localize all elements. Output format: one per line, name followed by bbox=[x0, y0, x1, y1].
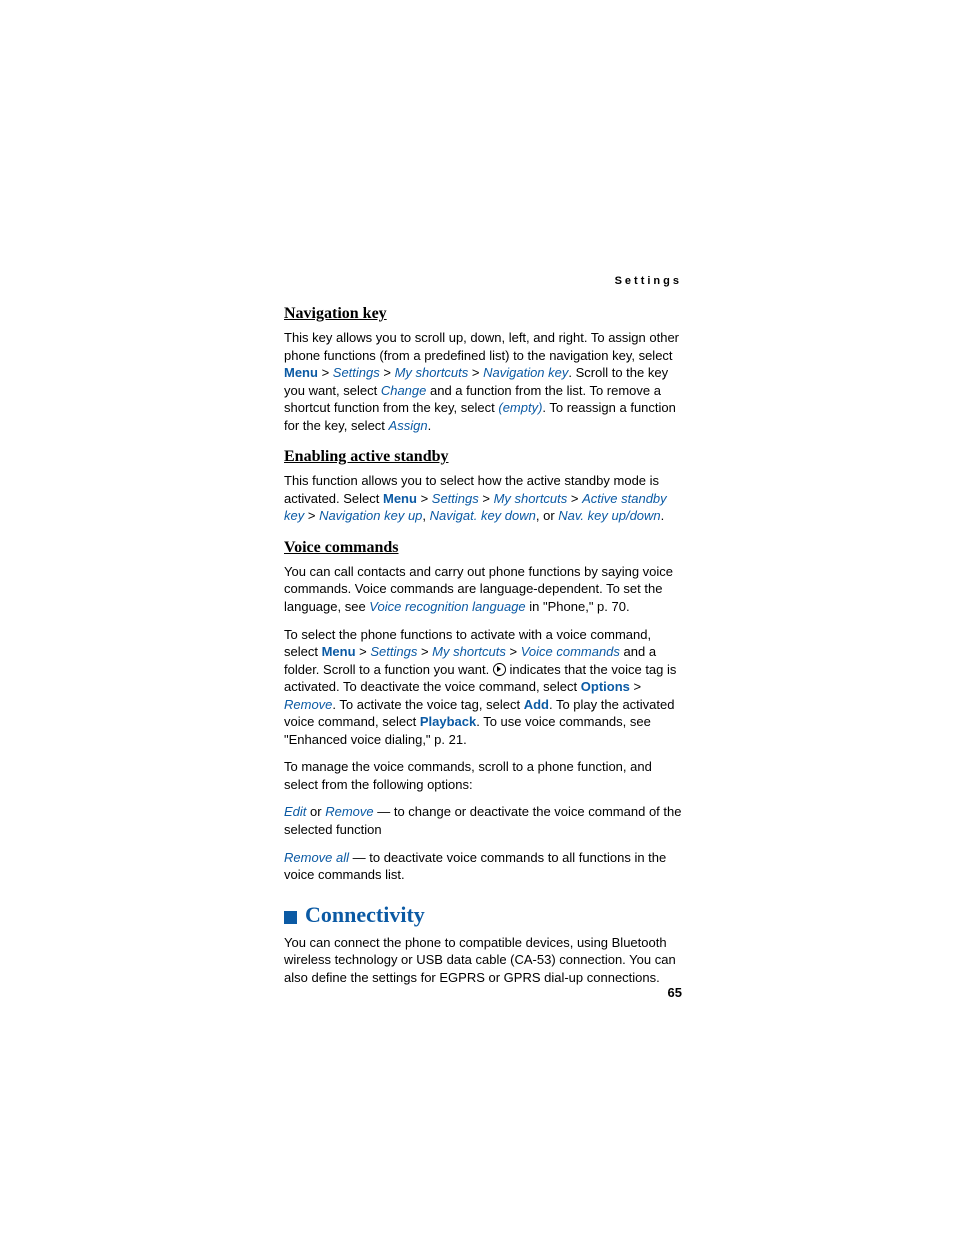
menu-item-empty: (empty) bbox=[498, 400, 542, 415]
paragraph-connectivity: You can connect the phone to compatible … bbox=[284, 934, 682, 987]
paragraph-voice-2: To select the phone functions to activat… bbox=[284, 626, 682, 749]
running-header: Settings bbox=[615, 275, 682, 287]
paragraph-voice-edit-remove: Edit or Remove — to change or deactivate… bbox=[284, 803, 682, 838]
menu-add: Add bbox=[524, 697, 549, 712]
heading-voice-commands: Voice commands bbox=[284, 539, 682, 557]
menu-item-my-shortcuts: My shortcuts bbox=[395, 365, 469, 380]
menu-item-assign: Assign bbox=[389, 418, 428, 433]
menu-options: Options bbox=[581, 679, 630, 694]
menu-item-remove: Remove bbox=[325, 804, 373, 819]
menu-item-settings: Settings bbox=[333, 365, 380, 380]
menu-playback: Playback bbox=[420, 714, 476, 729]
menu-item-settings: Settings bbox=[432, 491, 479, 506]
page-number: 65 bbox=[668, 985, 682, 1000]
page-body: Settings Navigation key This key allows … bbox=[284, 275, 682, 996]
menu-item-voice-commands: Voice commands bbox=[521, 644, 620, 659]
menu-item-navigat-key-down: Navigat. key down bbox=[430, 508, 536, 523]
content-area: Navigation key This key allows you to sc… bbox=[284, 305, 682, 986]
menu-item-navigation-key: Navigation key bbox=[483, 365, 568, 380]
menu-item-edit: Edit bbox=[284, 804, 306, 819]
menu-item-nav-key-up-down: Nav. key up/down bbox=[558, 508, 660, 523]
paragraph-voice-3: To manage the voice commands, scroll to … bbox=[284, 758, 682, 793]
menu-item-settings: Settings bbox=[370, 644, 417, 659]
menu-item-voice-recognition-language: Voice recognition language bbox=[369, 599, 525, 614]
menu-link: Menu bbox=[322, 644, 356, 659]
paragraph-voice-1: You can call contacts and carry out phon… bbox=[284, 563, 682, 616]
menu-item-remove-all: Remove all bbox=[284, 850, 349, 865]
menu-item-navigation-key-up: Navigation key up bbox=[319, 508, 422, 523]
menu-item-my-shortcuts: My shortcuts bbox=[432, 644, 506, 659]
paragraph-voice-remove-all: Remove all — to deactivate voice command… bbox=[284, 849, 682, 884]
heading-connectivity: Connectivity bbox=[305, 902, 425, 928]
section-heading-connectivity: Connectivity bbox=[284, 902, 682, 928]
menu-link: Menu bbox=[383, 491, 417, 506]
paragraph-enabling-active-standby: This function allows you to select how t… bbox=[284, 472, 682, 525]
heading-navigation-key: Navigation key bbox=[284, 305, 682, 323]
menu-item-remove: Remove bbox=[284, 697, 332, 712]
menu-link: Menu bbox=[284, 365, 318, 380]
menu-item-my-shortcuts: My shortcuts bbox=[494, 491, 568, 506]
paragraph-navigation-key: This key allows you to scroll up, down, … bbox=[284, 329, 682, 434]
heading-enabling-active-standby: Enabling active standby bbox=[284, 448, 682, 466]
menu-item-change: Change bbox=[381, 383, 427, 398]
square-bullet-icon bbox=[284, 911, 297, 924]
voice-tag-icon bbox=[493, 663, 506, 676]
